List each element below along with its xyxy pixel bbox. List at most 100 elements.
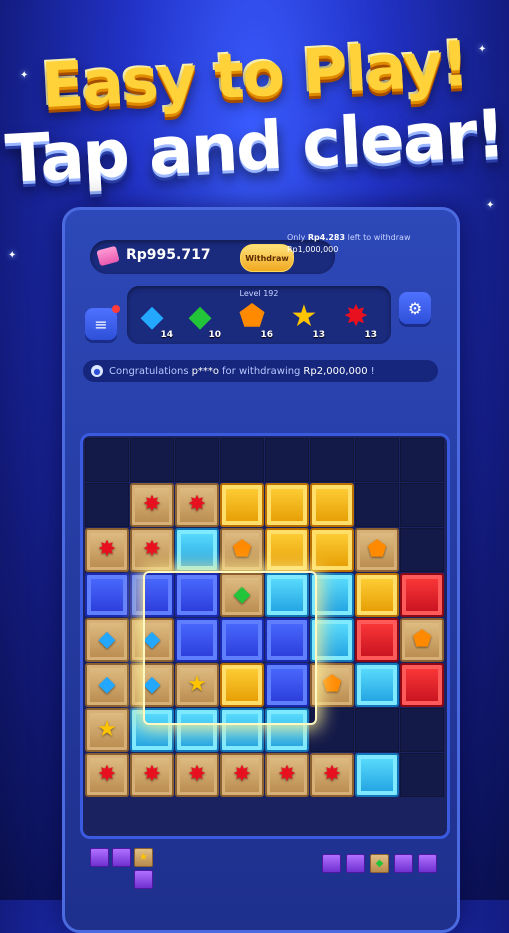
cyan-block bbox=[220, 708, 264, 752]
cyan-block bbox=[175, 528, 219, 572]
orange-gem-icon: ⬟ bbox=[367, 537, 387, 562]
tray-piece-right[interactable]: ◆ bbox=[322, 854, 442, 878]
orange-gem-icon: ⬟ bbox=[322, 672, 342, 697]
blue-gem-icon: ◆ bbox=[98, 672, 116, 697]
piece-block bbox=[134, 870, 153, 889]
gem-block: ◆ bbox=[85, 618, 129, 662]
yellow-block bbox=[265, 483, 309, 527]
cyan-block bbox=[130, 708, 174, 752]
gem-block: ★ bbox=[175, 663, 219, 707]
gem-block: ✸ bbox=[130, 483, 174, 527]
gem-block: ✸ bbox=[130, 753, 174, 797]
green-gem-icon: ◆ bbox=[375, 858, 384, 869]
gem-block: ⬟ bbox=[355, 528, 399, 572]
gem-block: ◆ bbox=[130, 618, 174, 662]
empty-cell bbox=[220, 438, 264, 482]
yellow-block bbox=[265, 528, 309, 572]
cyan-block bbox=[175, 708, 219, 752]
settings-button[interactable]: ⚙ bbox=[399, 292, 431, 324]
goal-count: 10 bbox=[208, 330, 221, 340]
gem-block: ✸ bbox=[175, 753, 219, 797]
gem-block: ⬟ bbox=[220, 528, 264, 572]
gold-gem-icon: ★ bbox=[97, 717, 117, 742]
gem-block: ✸ bbox=[85, 528, 129, 572]
blue-block bbox=[265, 663, 309, 707]
piece-block bbox=[90, 848, 109, 867]
piece-block bbox=[322, 854, 341, 873]
cash-icon bbox=[96, 245, 120, 267]
goal-item: ⬟ 16 bbox=[231, 299, 275, 341]
red-block bbox=[400, 573, 444, 617]
gem-block: ✸ bbox=[175, 483, 219, 527]
orange-gem-icon: ⬟ bbox=[412, 627, 432, 652]
goal-count: 13 bbox=[364, 330, 377, 340]
gem-block: ✸ bbox=[220, 753, 264, 797]
empty-cell bbox=[355, 708, 399, 752]
piece-block: ◆ bbox=[370, 854, 389, 873]
tip-prefix: Only bbox=[287, 233, 306, 242]
cyan-block bbox=[355, 753, 399, 797]
goal-item: ◆ 10 bbox=[179, 299, 223, 341]
gold-star-gem-icon: ★ bbox=[139, 852, 148, 863]
cyan-block bbox=[310, 618, 354, 662]
red-gem-icon: ✸ bbox=[187, 492, 207, 517]
winner-ticker: ● Congratulations p***o for withdrawing … bbox=[83, 360, 438, 382]
gold-star-gem-icon: ★ bbox=[290, 299, 318, 334]
goal-item: ★ 13 bbox=[283, 299, 327, 341]
empty-cell bbox=[265, 438, 309, 482]
red-block bbox=[355, 618, 399, 662]
ticker-amount: Rp2,000,000 bbox=[303, 365, 368, 377]
cyan-block bbox=[265, 573, 309, 617]
puzzle-board[interactable]: ✸ ✸ ✸ ✸ ✸ ✸ ★ ⬟ ★ ◆ ◆ ⬟ ◆ ◆ ◆ ⬟ ⬟ ✸ ✸ ✸ ✸ bbox=[80, 433, 450, 839]
green-gem-icon: ◆ bbox=[188, 299, 212, 334]
empty-cell bbox=[355, 438, 399, 482]
ticker-user: p***o bbox=[191, 365, 220, 377]
yellow-block bbox=[220, 663, 264, 707]
empty-cell bbox=[310, 438, 354, 482]
empty-cell bbox=[130, 438, 174, 482]
gem-block: ◆ bbox=[130, 663, 174, 707]
yellow-block bbox=[220, 483, 264, 527]
red-gem-icon: ✸ bbox=[277, 762, 297, 787]
blue-block bbox=[175, 573, 219, 617]
empty-cell bbox=[85, 438, 129, 482]
ticker-middle: for withdrawing bbox=[222, 365, 301, 377]
blue-gem-icon: ◆ bbox=[143, 627, 161, 652]
orange-pentagon-gem-icon: ⬟ bbox=[238, 299, 266, 334]
withdraw-button[interactable]: Withdraw bbox=[240, 244, 294, 272]
menu-button[interactable]: ≡ bbox=[85, 305, 120, 340]
goal-count: 16 bbox=[260, 330, 273, 340]
top-bar: Rp995.717 Withdraw Only Rp4.283 left to … bbox=[65, 210, 457, 360]
red-block bbox=[400, 663, 444, 707]
tip-remaining: Rp4.283 bbox=[307, 233, 346, 242]
game-screen: Rp995.717 Withdraw Only Rp4.283 left to … bbox=[62, 207, 460, 933]
red-gem-icon: ✸ bbox=[97, 762, 117, 787]
gold-gem-icon: ★ bbox=[187, 672, 207, 697]
red-star-gem-icon: ✸ bbox=[343, 299, 369, 334]
red-gem-icon: ✸ bbox=[187, 762, 207, 787]
red-gem-icon: ✸ bbox=[97, 537, 117, 562]
gear-icon: ⚙ bbox=[407, 298, 423, 318]
cyan-block bbox=[265, 708, 309, 752]
gem-block: ✸ bbox=[265, 753, 309, 797]
blue-diamond-gem-icon: ◆ bbox=[140, 299, 164, 334]
blue-block bbox=[85, 573, 129, 617]
gem-block: ◆ bbox=[85, 663, 129, 707]
empty-cell bbox=[85, 483, 129, 527]
empty-cell bbox=[400, 528, 444, 572]
tray-piece-left[interactable]: ★ bbox=[90, 848, 170, 898]
empty-cell bbox=[175, 438, 219, 482]
blue-block bbox=[175, 618, 219, 662]
cyan-block bbox=[355, 663, 399, 707]
sparkle: ✦ bbox=[486, 200, 495, 211]
empty-cell bbox=[310, 708, 354, 752]
tip-middle: left to withdraw bbox=[347, 233, 411, 242]
piece-block: ★ bbox=[134, 848, 153, 867]
gem-block: ★ bbox=[85, 708, 129, 752]
goal-item: ✸ 13 bbox=[335, 299, 379, 341]
piece-block bbox=[418, 854, 437, 873]
gem-block: ⬟ bbox=[310, 663, 354, 707]
empty-cell bbox=[400, 708, 444, 752]
balance-amount: Rp995.717 bbox=[126, 247, 211, 263]
empty-cell bbox=[355, 483, 399, 527]
